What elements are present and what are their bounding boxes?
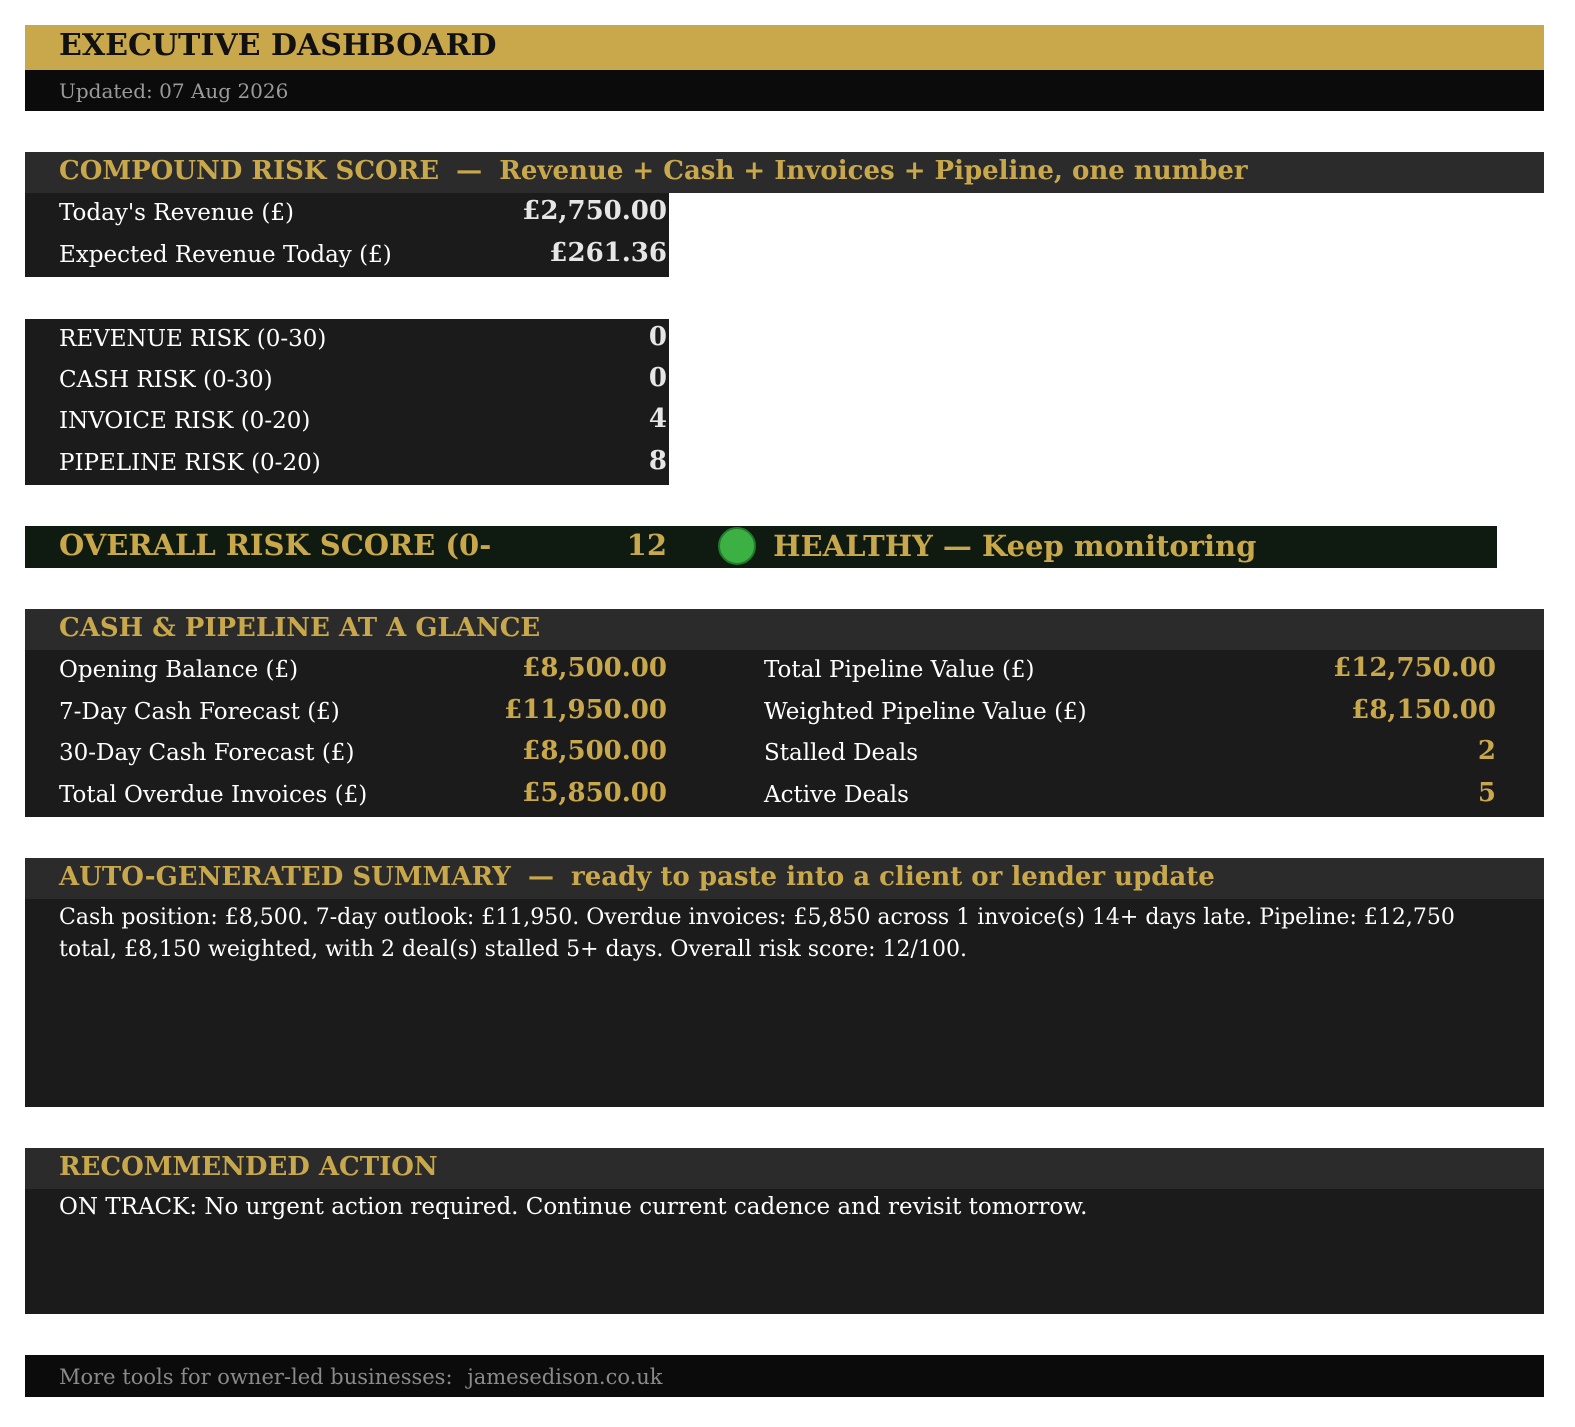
glance-row: 7-Day Cash Forecast (£) £11,950.00 Weigh… xyxy=(59,695,1496,725)
compound-risk-section: COMPOUND RISK SCORE — Revenue + Cash + I… xyxy=(25,152,1544,277)
summary-text: Cash position: £8,500. 7-day outlook: £1… xyxy=(59,905,1455,962)
dashboard-header: EXECUTIVE DASHBOARD Updated: 07 Aug 2026 xyxy=(25,25,1544,111)
overall-risk-label: OVERALL RISK SCORE (0- xyxy=(59,528,492,562)
compound-risk-title: COMPOUND RISK SCORE xyxy=(59,156,440,186)
revenue-panel: Today's Revenue (£) £2,750.00 Expected R… xyxy=(25,193,669,277)
glance-panel: Opening Balance (£) £8,500.00 Total Pipe… xyxy=(25,650,1544,817)
risk-row: CASH RISK (0-30) 0 xyxy=(59,363,667,393)
glance-title: CASH & PIPELINE AT A GLANCE xyxy=(59,613,541,643)
footer: More tools for owner-led businesses: jam… xyxy=(25,1355,1544,1397)
footer-link[interactable]: jamesedison.co.uk xyxy=(467,1365,662,1389)
compound-risk-subtitle: Revenue + Cash + Invoices + Pipeline, on… xyxy=(499,156,1248,186)
compound-risk-separator: — xyxy=(456,156,483,186)
action-panel: ON TRACK: No urgent action required. Con… xyxy=(25,1189,1544,1314)
action-title: RECOMMENDED ACTION xyxy=(59,1152,438,1182)
overall-risk-value: 12 xyxy=(626,528,667,562)
glance-header: CASH & PIPELINE AT A GLANCE xyxy=(25,609,1544,650)
overall-risk-bar: OVERALL RISK SCORE (0- 12 HEALTHY — Keep… xyxy=(25,526,1497,568)
page-title: EXECUTIVE DASHBOARD xyxy=(59,28,497,63)
summary-subtitle: ready to paste into a client or lender u… xyxy=(571,862,1215,892)
glance-row: Opening Balance (£) £8,500.00 Total Pipe… xyxy=(59,653,1496,683)
revenue-row: Expected Revenue Today (£) £261.36 xyxy=(59,238,667,268)
action-section: RECOMMENDED ACTION ON TRACK: No urgent a… xyxy=(25,1148,1544,1314)
glance-row: Total Overdue Invoices (£) £5,850.00 Act… xyxy=(59,778,1496,808)
green-circle-icon xyxy=(718,527,756,565)
compound-risk-header: COMPOUND RISK SCORE — Revenue + Cash + I… xyxy=(25,152,1544,193)
glance-section: CASH & PIPELINE AT A GLANCE Opening Bala… xyxy=(25,609,1544,817)
updated-date: Updated: 07 Aug 2026 xyxy=(59,79,289,103)
summary-separator: — xyxy=(527,862,554,892)
updated-bar: Updated: 07 Aug 2026 xyxy=(25,70,1544,111)
summary-title: AUTO-GENERATED SUMMARY xyxy=(59,862,511,892)
footer-text: More tools for owner-led businesses: xyxy=(59,1365,453,1389)
risk-row: REVENUE RISK (0-30) 0 xyxy=(59,322,667,352)
summary-section: AUTO-GENERATED SUMMARY — ready to paste … xyxy=(25,858,1544,1107)
revenue-row: Today's Revenue (£) £2,750.00 xyxy=(59,196,667,226)
summary-header: AUTO-GENERATED SUMMARY — ready to paste … xyxy=(25,858,1544,899)
glance-row: 30-Day Cash Forecast (£) £8,500.00 Stall… xyxy=(59,736,1496,766)
overall-risk-status: HEALTHY — Keep monitoring xyxy=(773,529,1257,563)
action-text: ON TRACK: No urgent action required. Con… xyxy=(59,1194,1088,1220)
risk-components-panel: REVENUE RISK (0-30) 0 CASH RISK (0-30) 0… xyxy=(25,319,669,485)
summary-panel: Cash position: £8,500. 7-day outlook: £1… xyxy=(25,899,1544,1107)
risk-row: PIPELINE RISK (0-20) 8 xyxy=(59,446,667,476)
action-header: RECOMMENDED ACTION xyxy=(25,1148,1544,1189)
title-bar: EXECUTIVE DASHBOARD xyxy=(25,25,1544,70)
risk-row: INVOICE RISK (0-20) 4 xyxy=(59,404,667,434)
